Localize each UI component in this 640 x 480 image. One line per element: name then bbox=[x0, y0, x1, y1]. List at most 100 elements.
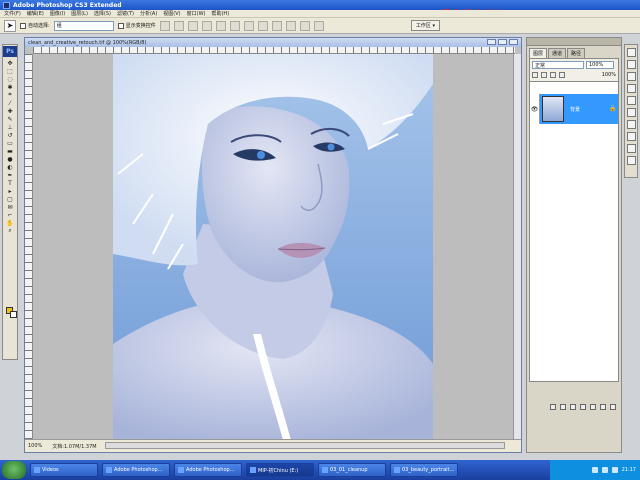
minimize-icon[interactable] bbox=[487, 39, 496, 45]
shape-icon[interactable]: ▢ bbox=[3, 195, 17, 203]
horizontal-scrollbar[interactable] bbox=[105, 442, 505, 449]
auto-select-dropdown[interactable]: 组 bbox=[53, 20, 114, 31]
eye-icon[interactable]: 👁 bbox=[530, 94, 540, 124]
distribute-left-icon[interactable] bbox=[285, 20, 296, 31]
adjustment-layer-icon[interactable] bbox=[580, 404, 586, 410]
healing-brush-icon[interactable]: ✚ bbox=[3, 107, 17, 115]
volume-icon[interactable] bbox=[601, 467, 608, 473]
tab-channels[interactable]: 通道 bbox=[548, 48, 567, 58]
vertical-scrollbar[interactable] bbox=[513, 54, 521, 440]
menu-file[interactable]: 文件(F) bbox=[4, 10, 21, 17]
hand-icon[interactable]: ✋ bbox=[3, 219, 17, 227]
navigator-icon[interactable] bbox=[626, 48, 636, 57]
start-button[interactable] bbox=[2, 461, 26, 479]
move-icon[interactable]: ✥ bbox=[3, 59, 17, 67]
distribute-center-icon[interactable] bbox=[299, 20, 310, 31]
menu-image[interactable]: 图像(I) bbox=[50, 10, 65, 17]
close-icon[interactable] bbox=[509, 39, 518, 45]
swatches-icon[interactable] bbox=[626, 96, 636, 105]
actions-icon[interactable] bbox=[626, 132, 636, 141]
align-bottom-icon[interactable] bbox=[187, 20, 198, 31]
menu-analysis[interactable]: 分析(A) bbox=[140, 10, 157, 17]
gradient-icon[interactable]: ▬ bbox=[3, 147, 17, 155]
distribute-top-icon[interactable] bbox=[243, 20, 254, 31]
distribute-middle-icon[interactable] bbox=[257, 20, 268, 31]
blur-icon[interactable]: ● bbox=[3, 155, 17, 163]
portrait-photo[interactable] bbox=[113, 54, 433, 440]
zoom-icon[interactable]: ⌕ bbox=[3, 227, 17, 235]
blend-mode-dropdown[interactable]: 正常 bbox=[532, 61, 584, 69]
type-icon[interactable]: T bbox=[3, 179, 17, 187]
align-left-icon[interactable] bbox=[201, 20, 212, 31]
dodge-icon[interactable]: ◐ bbox=[3, 163, 17, 171]
brush-icon[interactable]: ✎ bbox=[3, 115, 17, 123]
menu-help[interactable]: 帮助(H) bbox=[211, 10, 229, 17]
taskbar-item-videos[interactable]: Videos bbox=[30, 463, 98, 477]
document-titlebar[interactable]: clean_and_creative_retouch.tif @ 100%(RG… bbox=[25, 38, 521, 47]
align-middle-icon[interactable] bbox=[173, 20, 184, 31]
new-group-icon[interactable] bbox=[590, 404, 596, 410]
styles-icon[interactable] bbox=[626, 108, 636, 117]
zoom-level[interactable]: 100% bbox=[28, 443, 42, 449]
fill-value[interactable]: 100% bbox=[602, 72, 616, 78]
delete-layer-icon[interactable] bbox=[610, 404, 616, 410]
lock-pixels-icon[interactable] bbox=[541, 72, 547, 78]
marquee-icon[interactable]: ⬚ bbox=[3, 67, 17, 75]
menu-edit[interactable]: 编辑(E) bbox=[27, 10, 44, 17]
panel-dock-header[interactable] bbox=[527, 38, 621, 46]
canvas-area[interactable] bbox=[33, 54, 515, 440]
history-brush-icon[interactable]: ↺ bbox=[3, 131, 17, 139]
taskbar-item-drive[interactable]: MIP-初Chinu (E:) bbox=[246, 463, 314, 477]
layer-mask-icon[interactable] bbox=[570, 404, 576, 410]
pen-icon[interactable]: ✒ bbox=[3, 171, 17, 179]
lock-transparent-icon[interactable] bbox=[532, 72, 538, 78]
link-layers-icon[interactable] bbox=[550, 404, 556, 410]
slice-icon[interactable]: ⁄ bbox=[3, 99, 17, 107]
info-icon[interactable] bbox=[626, 72, 636, 81]
menu-view[interactable]: 视图(V) bbox=[163, 10, 180, 17]
histogram-icon[interactable] bbox=[626, 60, 636, 69]
magic-wand-icon[interactable]: ✱ bbox=[3, 83, 17, 91]
workspace-button[interactable]: 工作区 ▾ bbox=[410, 20, 440, 31]
distribute-right-icon[interactable] bbox=[313, 20, 324, 31]
clone-stamp-icon[interactable]: ⊥ bbox=[3, 123, 17, 131]
notes-icon[interactable]: ✉ bbox=[3, 203, 17, 211]
menu-window[interactable]: 窗口(W) bbox=[187, 10, 206, 17]
crop-icon[interactable]: ⌗ bbox=[3, 91, 17, 99]
move-tool-icon[interactable]: ➤ bbox=[4, 19, 16, 32]
tab-paths[interactable]: 路径 bbox=[567, 48, 586, 58]
align-top-icon[interactable] bbox=[159, 20, 170, 31]
network-icon[interactable] bbox=[591, 467, 598, 473]
path-selection-icon[interactable]: ▸ bbox=[3, 187, 17, 195]
background-color-swatch[interactable] bbox=[10, 311, 17, 318]
taskbar-item-photoshop-1[interactable]: Adobe Photoshop... bbox=[102, 463, 170, 477]
menu-select[interactable]: 选择(S) bbox=[94, 10, 111, 17]
align-right-icon[interactable] bbox=[229, 20, 240, 31]
opacity-field[interactable]: 100% bbox=[586, 61, 614, 69]
auto-select-checkbox[interactable]: 自动选择: bbox=[20, 22, 50, 29]
align-center-icon[interactable] bbox=[215, 20, 226, 31]
lock-position-icon[interactable] bbox=[550, 72, 556, 78]
maximize-icon[interactable] bbox=[498, 39, 507, 45]
lasso-icon[interactable]: ◌ bbox=[3, 75, 17, 83]
taskbar-item-cleanup[interactable]: 03_01_cleanup bbox=[318, 463, 386, 477]
layer-background[interactable]: 👁 背景 🔒 bbox=[530, 94, 618, 124]
clock[interactable]: 21:17 bbox=[622, 467, 636, 473]
document-size-info[interactable]: 文档:1.07M/1.37M bbox=[52, 443, 96, 450]
brushes-icon[interactable] bbox=[626, 156, 636, 165]
tab-layers[interactable]: 图层 bbox=[529, 48, 548, 58]
history-icon[interactable] bbox=[626, 120, 636, 129]
distribute-bottom-icon[interactable] bbox=[271, 20, 282, 31]
color-icon[interactable] bbox=[626, 84, 636, 93]
menu-layer[interactable]: 图层(L) bbox=[71, 10, 88, 17]
security-icon[interactable] bbox=[611, 467, 618, 473]
eyedropper-icon[interactable]: ⌐ bbox=[3, 211, 17, 219]
show-transform-checkbox[interactable]: 显示变换控件 bbox=[117, 22, 156, 29]
new-layer-icon[interactable] bbox=[600, 404, 606, 410]
menu-filter[interactable]: 滤镜(T) bbox=[117, 10, 134, 17]
taskbar-item-beauty[interactable]: 03_beauty_portrait... bbox=[390, 463, 458, 477]
taskbar-item-photoshop-2[interactable]: Adobe Photoshop... bbox=[174, 463, 242, 477]
lock-all-icon[interactable] bbox=[559, 72, 565, 78]
layer-style-icon[interactable] bbox=[560, 404, 566, 410]
eraser-icon[interactable]: ▭ bbox=[3, 139, 17, 147]
